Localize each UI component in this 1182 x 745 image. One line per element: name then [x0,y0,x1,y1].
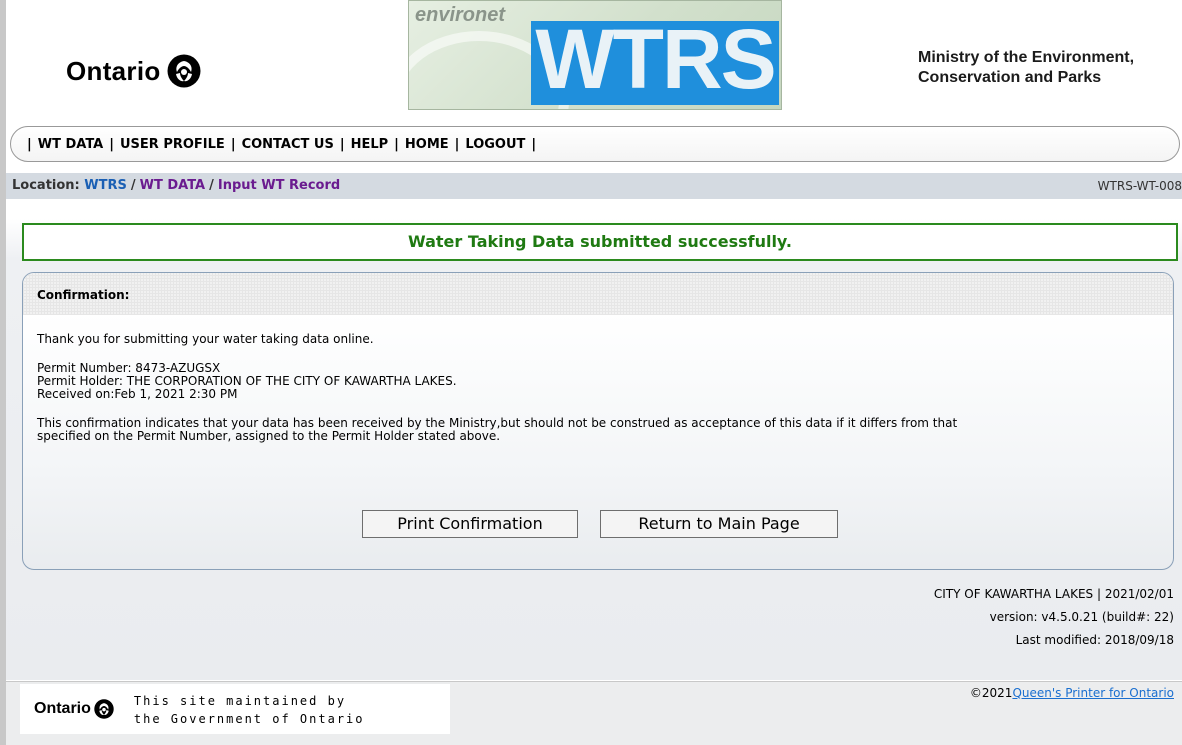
page-frame: Ontario environet WTRS Ministry of the E… [6,0,1182,745]
nav-separator: | [109,136,114,152]
footer-ontario-logo: Ontario This site maintained by the Gove… [20,684,450,734]
version-info: version: v4.5.0.21 (build#: 22) [989,610,1174,624]
ministry-line-1: Ministry of the Environment, [918,49,1135,66]
copyright: ©2021Queen's Printer for Ontario [970,686,1174,700]
breadcrumb-current: Input WT Record [217,178,341,193]
maintained-line-2: the Government of Ontario [133,712,365,726]
nav-separator: | [531,136,537,152]
nav-separator: | [454,136,460,152]
success-message: Water Taking Data submitted successfully… [22,223,1178,261]
nav-home[interactable]: HOME [405,137,449,152]
nav-wt-data[interactable]: WT DATA [38,137,104,152]
nav-user-profile[interactable]: USER PROFILE [120,137,225,152]
confirmation-title: Confirmation: [37,288,130,302]
notice-text-line-2: specified on the Permit Number, assigned… [37,429,501,443]
breadcrumb-label: Location: [12,178,80,193]
trillium-icon [94,699,114,719]
main-nav: | WT DATA | USER PROFILE | CONTACT US | … [10,126,1180,162]
wtrs-banner: environet WTRS [408,0,782,110]
breadcrumb-trail: Location: WTRS / WT DATA / Input WT Record [12,178,340,193]
site-footer: Ontario This site maintained by the Gove… [6,682,1182,745]
maintained-by-text: This site maintained by the Government o… [134,692,365,728]
breadcrumb-wt-data[interactable]: WT DATA [140,178,206,193]
breadcrumb-separator: / [209,178,214,193]
page-id: WTRS-WT-008 [1097,179,1182,193]
main-content: Water Taking Data submitted successfully… [6,199,1182,680]
queens-printer-link[interactable]: Queen's Printer for Ontario [1012,686,1174,700]
received-on: Received on:Feb 1, 2021 2:30 PM [37,387,238,401]
breadcrumb-wtrs[interactable]: WTRS [84,178,127,193]
breadcrumb-separator: / [130,178,136,193]
trillium-icon [167,54,201,88]
environet-label: environet [415,4,506,26]
ministry-name: Ministry of the Environment, Conservatio… [918,48,1134,88]
copyright-prefix: ©2021 [969,686,1013,700]
ontario-wordmark: Ontario [66,55,161,86]
confirmation-panel: Confirmation: Thank you for submitting y… [22,272,1174,570]
site-header: Ontario environet WTRS Ministry of the E… [6,0,1182,124]
nav-separator: | [394,136,399,152]
nav-help[interactable]: HELP [351,137,389,152]
maintained-line-1: This site maintained by [133,694,347,708]
nav-separator: | [27,136,32,152]
wtrs-logo-text: WTRS [535,12,776,106]
return-to-main-page-button[interactable]: Return to Main Page [600,510,838,538]
ministry-line-2: Conservation and Parks [918,69,1102,86]
nav-separator: | [230,136,236,152]
last-modified: Last modified: 2018/09/18 [1015,633,1174,647]
nav-separator: | [339,136,345,152]
nav-contact-us[interactable]: CONTACT US [242,137,334,152]
confirmation-body: Thank you for submitting your water taki… [37,333,1163,443]
thanks-text: Thank you for submitting your water taki… [37,332,374,346]
print-confirmation-button[interactable]: Print Confirmation [362,510,578,538]
ontario-logo[interactable]: Ontario [66,54,201,88]
breadcrumb: Location: WTRS / WT DATA / Input WT Record W… [6,173,1182,199]
nav-logout[interactable]: LOGOUT [465,137,525,152]
org-date: CITY OF KAWARTHA LAKES | 2021/02/01 [933,587,1174,601]
confirmation-header: Confirmation: [23,273,1173,315]
footer-ontario-wordmark: Ontario [34,700,91,717]
